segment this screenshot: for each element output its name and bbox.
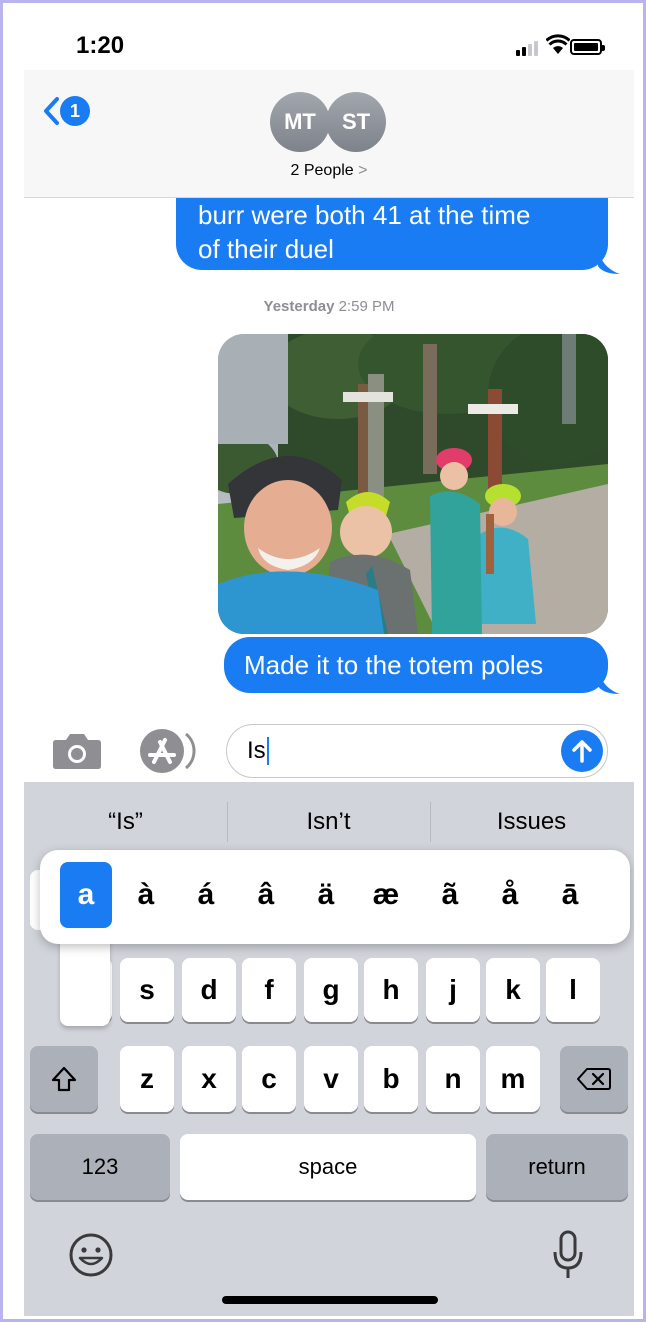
- people-label: 2 People: [290, 162, 354, 179]
- key-d[interactable]: d: [182, 958, 236, 1022]
- key-x[interactable]: x: [182, 1046, 236, 1112]
- messages-screen: 1:20 1 MT ST 2 People > burr were both 4…: [24, 6, 634, 1316]
- timestamp-day: Yesterday: [263, 298, 335, 315]
- key-s[interactable]: s: [120, 958, 174, 1022]
- photo-attachment[interactable]: [218, 334, 608, 634]
- suggestion-3[interactable]: Issues: [430, 796, 633, 848]
- group-details-link[interactable]: 2 People >: [24, 162, 634, 180]
- shift-icon: [51, 1066, 77, 1092]
- key-v[interactable]: v: [304, 1046, 358, 1112]
- group-avatars[interactable]: MT ST: [270, 92, 388, 152]
- text-cursor: [266, 737, 269, 765]
- space-key[interactable]: space: [180, 1134, 476, 1200]
- unread-count-badge: 1: [60, 96, 90, 126]
- selfie-photo: [218, 334, 608, 634]
- shift-key[interactable]: [30, 1046, 98, 1112]
- key-l[interactable]: l: [546, 958, 600, 1022]
- message-input-text: Is: [247, 737, 266, 764]
- key-b[interactable]: b: [364, 1046, 418, 1112]
- arrow-up-icon: [572, 740, 592, 763]
- message-input[interactable]: Is: [226, 724, 608, 778]
- avatar: ST: [326, 92, 386, 152]
- suggestion-2[interactable]: Isn’t: [227, 796, 430, 848]
- accent-option[interactable]: å: [484, 862, 536, 928]
- cellular-signal-icon: [516, 40, 542, 56]
- key-m[interactable]: m: [486, 1046, 540, 1112]
- back-button[interactable]: 1: [42, 96, 90, 126]
- key-g[interactable]: g: [304, 958, 358, 1022]
- backspace-icon: [577, 1068, 611, 1090]
- message-text: burr were both 41 at the time: [198, 200, 531, 230]
- wifi-icon: [546, 34, 570, 54]
- accent-option[interactable]: ä: [300, 862, 352, 928]
- accent-option[interactable]: á: [180, 862, 232, 928]
- key-z[interactable]: z: [120, 1046, 174, 1112]
- key-j[interactable]: j: [426, 958, 480, 1022]
- key-n[interactable]: n: [426, 1046, 480, 1112]
- message-text: of their duel: [198, 234, 334, 264]
- delete-key[interactable]: [560, 1046, 628, 1112]
- key-c[interactable]: c: [242, 1046, 296, 1112]
- bubble-tail: [598, 672, 620, 694]
- microphone-icon[interactable]: [552, 1230, 584, 1280]
- sent-message-bubble[interactable]: Made it to the totem poles: [224, 637, 608, 693]
- app-store-icon[interactable]: [136, 726, 198, 776]
- accent-option-a[interactable]: a: [60, 862, 112, 928]
- timestamp-time: 2:59 PM: [338, 298, 395, 315]
- accent-option[interactable]: ā: [544, 862, 596, 928]
- emoji-icon[interactable]: [68, 1232, 114, 1278]
- suggestion-1[interactable]: “Is”: [24, 796, 227, 848]
- key-k[interactable]: k: [486, 958, 540, 1022]
- message-text: Made it to the totem poles: [244, 650, 544, 680]
- send-button[interactable]: [561, 730, 603, 772]
- key-h[interactable]: h: [364, 958, 418, 1022]
- compose-bar: Is: [24, 712, 634, 782]
- battery-icon: [570, 39, 605, 55]
- accent-option[interactable]: â: [240, 862, 292, 928]
- key-f[interactable]: f: [242, 958, 296, 1022]
- bubble-tail: [598, 252, 620, 274]
- status-bar: 1:20: [24, 6, 634, 70]
- conversation-header: 1 MT ST 2 People >: [24, 70, 634, 198]
- numbers-key[interactable]: 123: [30, 1134, 170, 1200]
- accent-option[interactable]: à: [120, 862, 172, 928]
- sent-message-bubble[interactable]: burr were both 41 at the time of their d…: [176, 198, 608, 270]
- accent-popup: a à á â ä æ ã å ā: [40, 850, 630, 944]
- home-indicator[interactable]: [222, 1296, 438, 1304]
- camera-icon[interactable]: [52, 732, 102, 770]
- status-time: 1:20: [76, 32, 125, 59]
- chevron-right-icon: >: [358, 162, 368, 179]
- accent-option[interactable]: ã: [424, 862, 476, 928]
- return-key[interactable]: return: [486, 1134, 628, 1200]
- accent-option[interactable]: æ: [360, 862, 412, 928]
- avatar: MT: [270, 92, 330, 152]
- accent-popup-stem: [60, 936, 110, 1026]
- message-timestamp: Yesterday 2:59 PM: [24, 298, 634, 315]
- chevron-left-icon: [44, 97, 59, 125]
